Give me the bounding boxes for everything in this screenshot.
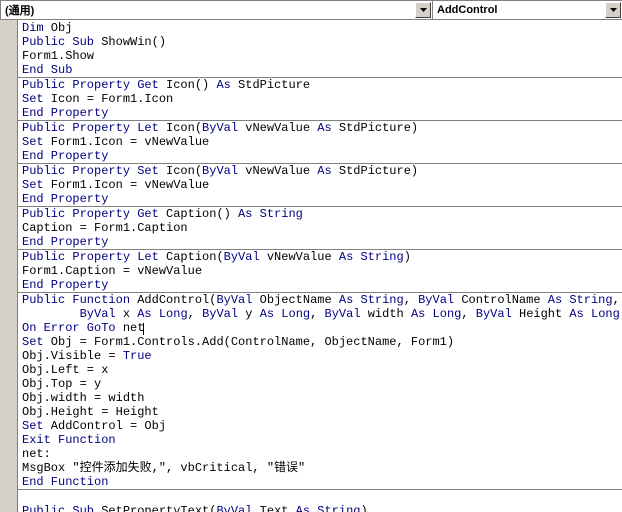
code-line: Public Property Get Icon() As StdPicture (18, 78, 622, 92)
text-cursor (143, 323, 144, 335)
code-line: Dim Obj (18, 21, 622, 35)
object-selector-value: (通用) (5, 2, 34, 18)
code-line: Obj.Height = Height (18, 405, 622, 419)
code-line: MsgBox "控件添加失败,", vbCritical, "错误" (18, 461, 622, 475)
code-line: Set Form1.Icon = vNewValue (18, 135, 622, 149)
code-line: Exit Function (18, 433, 622, 447)
code-line: Obj.width = width (18, 391, 622, 405)
code-line: Set AddControl = Obj (18, 419, 622, 433)
code-line: End Property (18, 106, 622, 120)
code-line: Set Form1.Icon = vNewValue (18, 178, 622, 192)
margin-indicator-bar (0, 20, 18, 512)
code-line: Obj.Visible = True (18, 349, 622, 363)
code-line: ByVal x As Long, ByVal y As Long, ByVal … (18, 307, 622, 321)
code-line: End Property (18, 192, 622, 206)
code-line: Obj.Left = x (18, 363, 622, 377)
code-line: End Function (18, 475, 622, 489)
procedure-selector-value: AddControl (437, 4, 497, 16)
code-line: Form1.Caption = vNewValue (18, 264, 622, 278)
code-line: On Error GoTo net (18, 321, 622, 335)
code-editor-area: Dim ObjPublic Sub ShowWin()Form1.ShowEnd… (0, 20, 622, 512)
code-line: Public Sub ShowWin() (18, 35, 622, 49)
dropdown-arrow-icon[interactable] (605, 2, 621, 18)
code-line: Obj.Top = y (18, 377, 622, 391)
code-line: Public Sub SetPropertyText(ByVal Text As… (18, 504, 622, 512)
code-line: End Sub (18, 63, 622, 77)
procedure-selector-combo[interactable]: AddControl (432, 0, 622, 20)
code-line: Public Property Let Caption(ByVal vNewVa… (18, 250, 622, 264)
code-line (18, 490, 622, 504)
code-line: Public Property Set Icon(ByVal vNewValue… (18, 164, 622, 178)
code-window-toolbar: (通用) AddControl (0, 0, 622, 20)
code-line: End Property (18, 235, 622, 249)
code-line: End Property (18, 149, 622, 163)
code-line: End Property (18, 278, 622, 292)
code-line: Form1.Show (18, 49, 622, 63)
code-line: net: (18, 447, 622, 461)
code-line: Public Function AddControl(ByVal ObjectN… (18, 293, 622, 307)
code-line: Set Obj = Form1.Controls.Add(ControlName… (18, 335, 622, 349)
code-line: Caption = Form1.Caption (18, 221, 622, 235)
code-line: Set Icon = Form1.Icon (18, 92, 622, 106)
code-text[interactable]: Dim ObjPublic Sub ShowWin()Form1.ShowEnd… (18, 20, 622, 512)
code-line: Public Property Get Caption() As String (18, 207, 622, 221)
object-selector-combo[interactable]: (通用) (0, 0, 432, 20)
dropdown-arrow-icon[interactable] (415, 2, 431, 18)
code-line: Public Property Let Icon(ByVal vNewValue… (18, 121, 622, 135)
